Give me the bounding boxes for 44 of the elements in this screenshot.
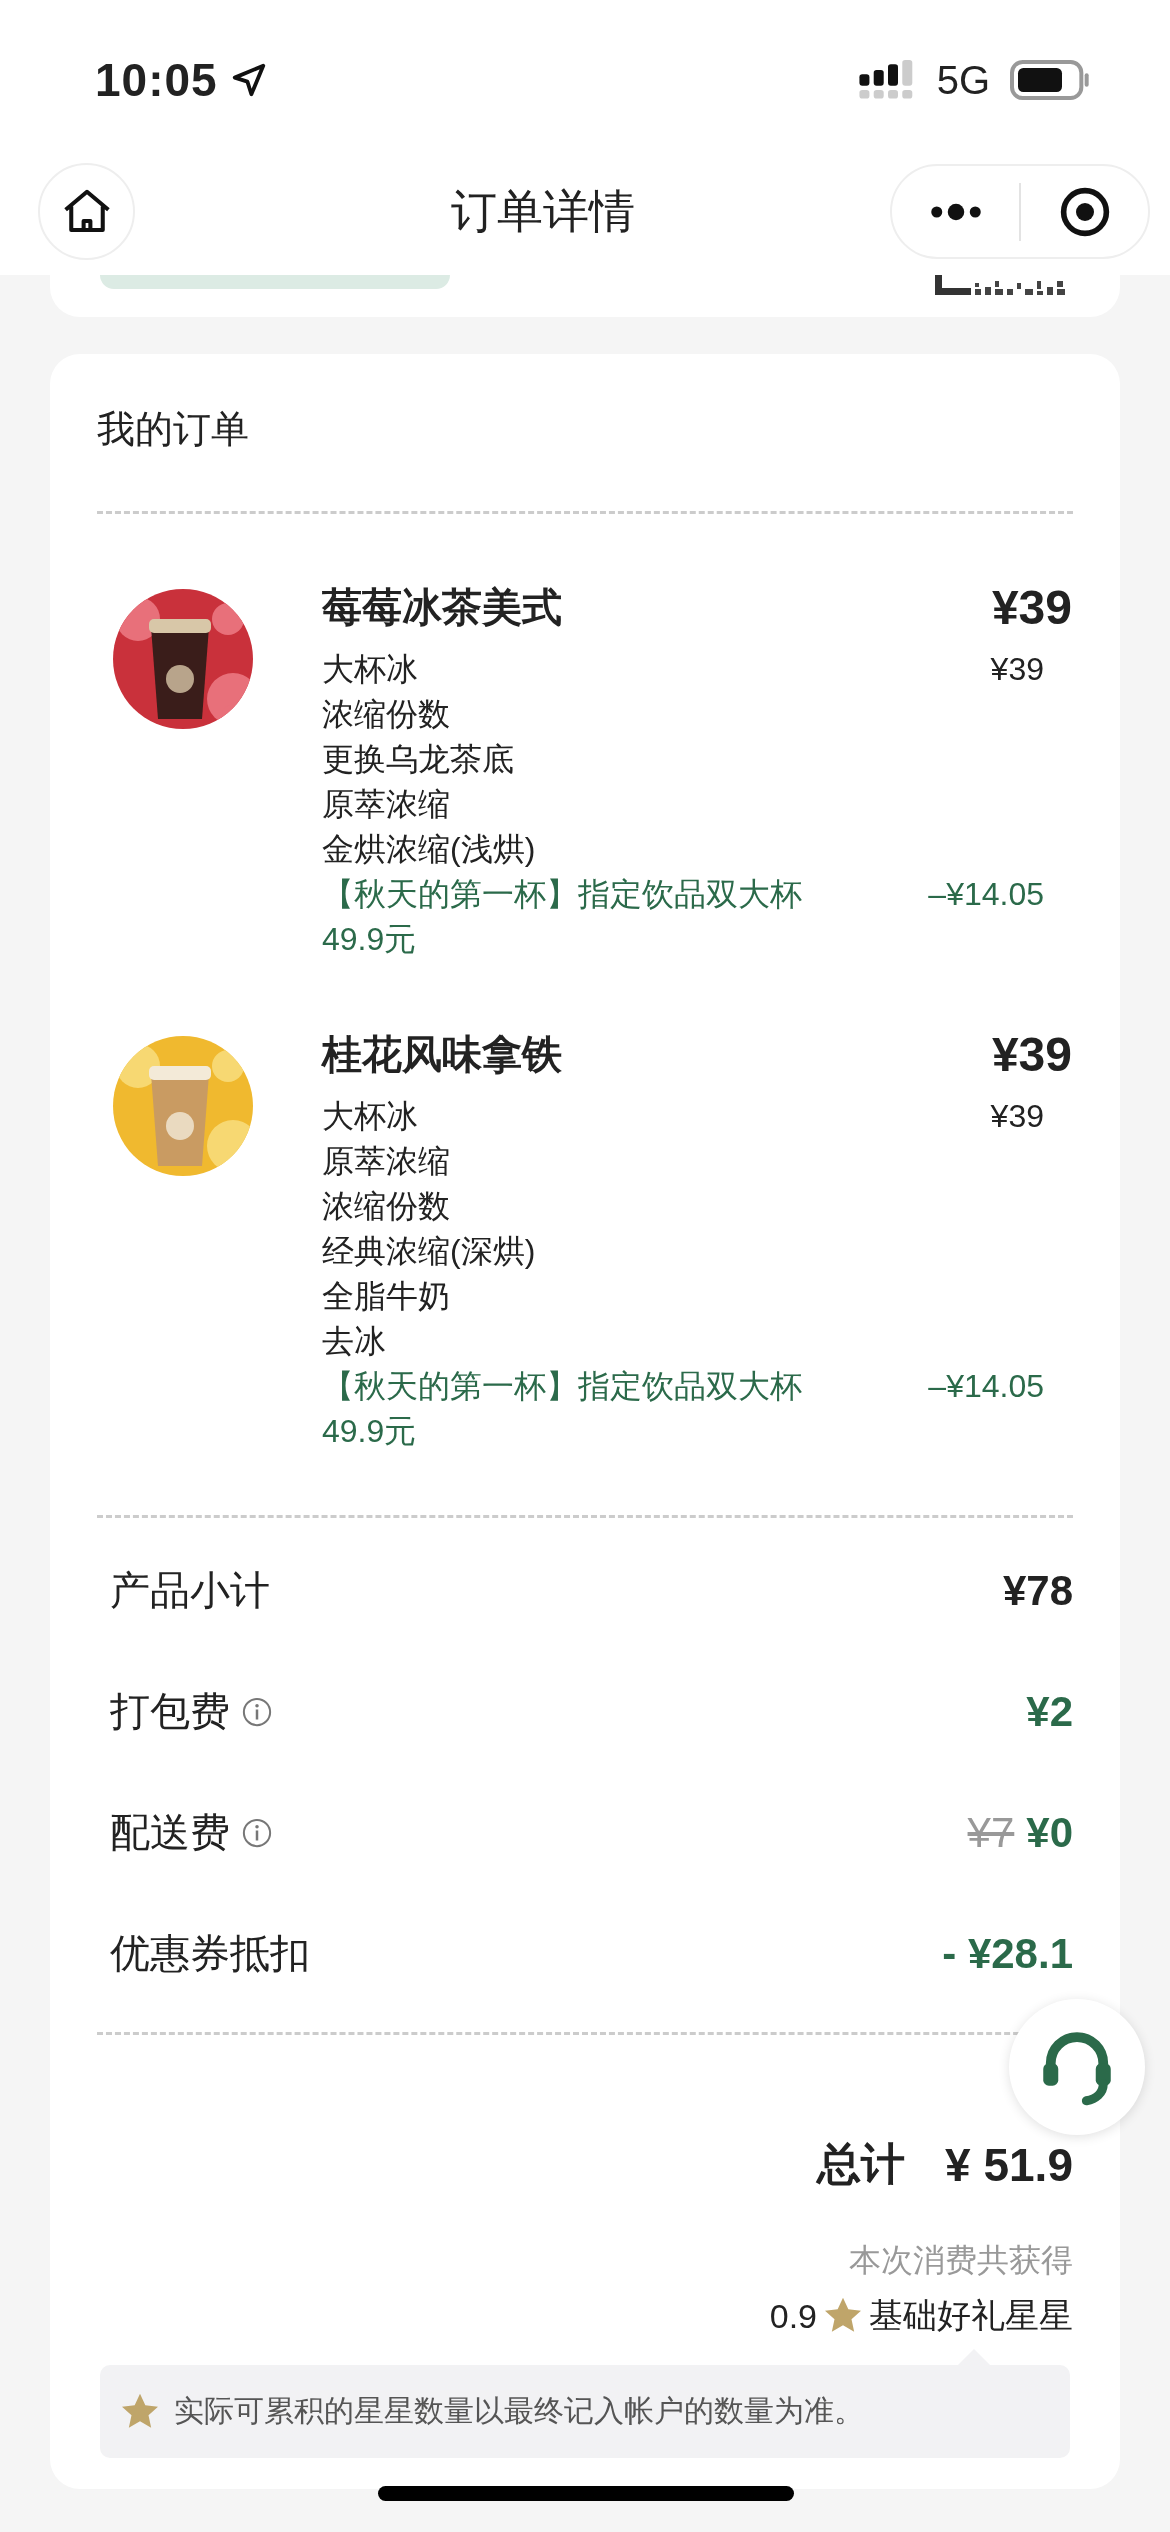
note-text: 实际可累积的星星数量以最终记入帐户的数量为准。: [174, 2393, 864, 2429]
option-text: 大杯冰: [322, 1097, 418, 1136]
option-text: 大杯冰: [322, 650, 418, 689]
unit-price: ¥39: [990, 650, 1044, 689]
option-text: 浓缩份数: [322, 695, 451, 734]
promo-text: 【秋天的第一杯】指定饮品双大杯49.9元: [322, 875, 803, 959]
info-icon[interactable]: [242, 1696, 272, 1727]
discount-amount: –¥14.05: [928, 875, 1044, 914]
star-type: 基础好礼星星: [869, 2295, 1073, 2336]
summary-amount: - ¥28.1: [942, 1929, 1073, 1978]
option-text: 原萃浓缩: [322, 785, 451, 824]
summary-label: 优惠券抵扣: [110, 1930, 310, 1977]
info-icon[interactable]: [242, 1817, 272, 1848]
unit-price: ¥39: [990, 1097, 1044, 1136]
option-text: 全脂牛奶: [322, 1277, 451, 1316]
network-label: 5G: [936, 57, 990, 103]
option-text: 浓缩份数: [322, 1187, 451, 1226]
summary-amount: ¥2: [1026, 1687, 1073, 1736]
summary-label: 配送费: [110, 1809, 230, 1856]
summary-amount: ¥78: [1002, 1566, 1073, 1615]
discount-amount: –¥14.05: [928, 1367, 1044, 1406]
battery-icon: [1010, 60, 1090, 100]
option-text: 经典浓缩(深烘): [322, 1232, 537, 1271]
original-price: ¥7: [967, 1808, 1015, 1857]
option-text: 原萃浓缩: [322, 1142, 451, 1181]
product-name: 莓莓冰茶美式: [322, 583, 562, 631]
summary-label: 产品小计: [110, 1567, 270, 1614]
earn-caption: 本次消费共获得: [848, 2241, 1074, 2280]
product-name: 桂花风味拿铁: [322, 1030, 562, 1078]
option-text: 去冰: [322, 1322, 387, 1361]
promo-text: 【秋天的第一杯】指定饮品双大杯49.9元: [322, 1367, 803, 1451]
summary-amount: ¥0: [1026, 1808, 1073, 1857]
product-price: ¥39: [991, 1026, 1072, 1082]
product-price: ¥39: [991, 579, 1072, 635]
total-label: 总计: [817, 2138, 906, 2190]
page-title: 订单详情: [450, 183, 635, 239]
total-amount: ¥ 51.9: [945, 2137, 1073, 2192]
option-text: 更换乌龙茶底: [322, 740, 515, 779]
summary-label: 打包费: [110, 1688, 230, 1735]
option-text: 金烘浓缩(浅烘): [322, 830, 537, 869]
star-count: 0.9: [769, 2296, 817, 2336]
clock-time: 10:05: [95, 53, 218, 107]
code-mark-icon: [935, 275, 1065, 295]
section-title: 我的订单: [96, 407, 250, 452]
